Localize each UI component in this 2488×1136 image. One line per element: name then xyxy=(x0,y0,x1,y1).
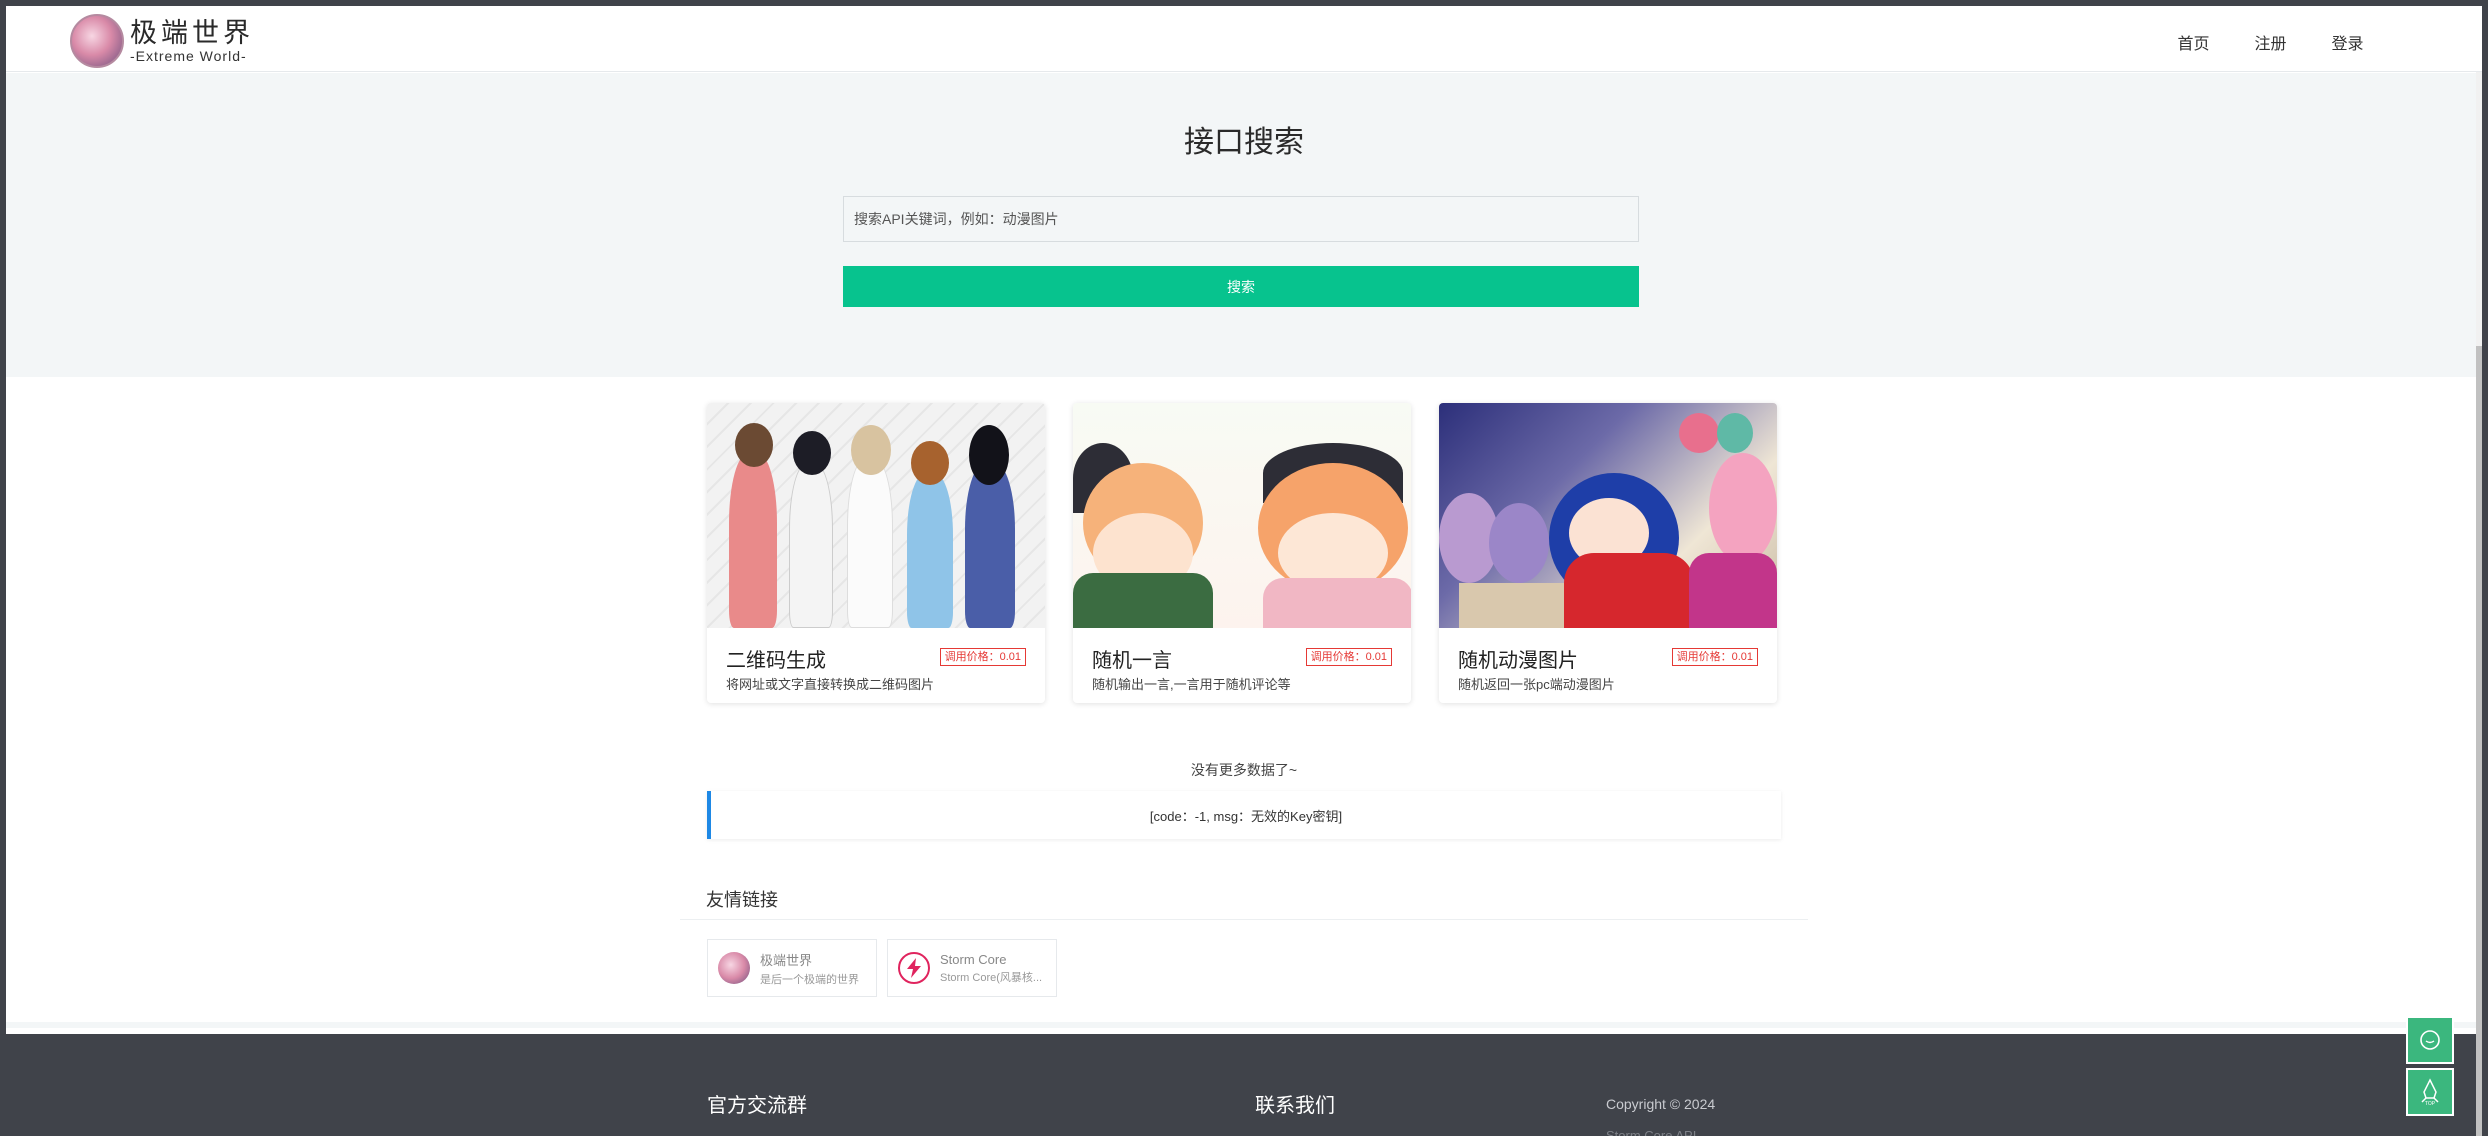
friend-links-title: 友情链接 xyxy=(706,890,778,910)
chat-button[interactable] xyxy=(2406,1016,2454,1064)
friend-link-extreme-world[interactable]: 极端世界 是后一个极端的世界 xyxy=(707,939,877,997)
friend-link-text: Storm Core Storm Core(风暴核... xyxy=(940,952,1042,985)
figure-shape xyxy=(735,423,773,467)
friend-link-name: 极端世界 xyxy=(760,952,813,968)
api-message-box: [code：-1, msg：无效的Key密钥] xyxy=(707,791,1781,839)
friend-link-name: Storm Core xyxy=(940,951,1007,967)
card-title: 随机动漫图片 xyxy=(1458,650,1578,672)
figure-shape xyxy=(1679,413,1719,453)
figure-shape xyxy=(851,425,891,475)
card-description: 随机返回一张pc端动漫图片 xyxy=(1458,677,1615,692)
figure-shape xyxy=(969,425,1009,485)
figure-shape xyxy=(965,463,1015,628)
figure-shape xyxy=(789,463,833,628)
api-card-anime-image[interactable]: 随机动漫图片 调用价格：0.01 随机返回一张pc端动漫图片 xyxy=(1439,403,1777,703)
card-image xyxy=(1073,403,1411,628)
api-message-text: [code：-1, msg：无效的Key密钥] xyxy=(1149,808,1343,824)
section-gap xyxy=(6,1022,2482,1028)
figure-shape xyxy=(1073,573,1213,628)
figure-shape xyxy=(1717,413,1753,453)
no-more-data-text: 没有更多数据了~ xyxy=(1190,762,1298,778)
card-description: 随机输出一言,一言用于随机评论等 xyxy=(1092,677,1291,692)
figure-shape xyxy=(793,431,831,475)
svg-text:TOP: TOP xyxy=(2425,1101,2436,1106)
figure-shape xyxy=(729,453,777,628)
figure-shape xyxy=(1709,453,1777,563)
nav-login[interactable]: 登录 xyxy=(2309,30,2386,54)
footer-brand-line: Storm Core API xyxy=(1606,1128,1697,1136)
logo-text: 极端世界 -Extreme World- xyxy=(130,20,254,63)
card-image xyxy=(707,403,1045,628)
back-to-top-button[interactable]: TOP xyxy=(2406,1068,2454,1116)
search-button[interactable]: 搜索 xyxy=(843,266,1639,307)
chat-icon xyxy=(2420,1030,2440,1050)
figure-shape xyxy=(911,441,949,485)
api-card-qrcode[interactable]: 二维码生成 调用价格：0.01 将网址或文字直接转换成二维码图片 xyxy=(707,403,1045,703)
card-title: 随机一言 xyxy=(1092,650,1172,672)
top-nav: 首页 注册 登录 xyxy=(2155,30,2386,54)
price-badge: 调用价格：0.01 xyxy=(1671,648,1758,666)
search-hero: 接口搜索 搜索 xyxy=(6,73,2482,377)
price-badge: 调用价格：0.01 xyxy=(939,648,1026,666)
figure-shape xyxy=(847,458,893,628)
footer-contact-title: 联系我们 xyxy=(1255,1095,1335,1117)
divider xyxy=(680,919,1808,920)
rocket-top-icon: TOP xyxy=(2421,1078,2439,1106)
api-card-hitokoto[interactable]: 随机一言 调用价格：0.01 随机输出一言,一言用于随机评论等 xyxy=(1073,403,1411,703)
site-footer: 官方交流群 联系我们 Copyright © 2024 Storm Core A… xyxy=(6,1034,2482,1136)
site-logo[interactable]: 极端世界 -Extreme World- xyxy=(70,14,254,68)
lightning-icon xyxy=(907,958,921,978)
friend-link-desc: Storm Core(风暴核... xyxy=(940,971,1043,984)
friend-link-desc: 是后一个极端的世界 xyxy=(760,973,859,986)
logo-avatar-icon xyxy=(70,14,124,68)
price-badge: 调用价格：0.01 xyxy=(1305,648,1392,666)
card-image xyxy=(1439,403,1777,628)
site-avatar-icon xyxy=(718,952,750,984)
footer-group-title: 官方交流群 xyxy=(707,1095,807,1117)
site-header: 极端世界 -Extreme World- 首页 注册 登录 xyxy=(6,6,2482,72)
search-input[interactable] xyxy=(843,196,1639,242)
lightning-icon xyxy=(898,952,930,984)
browser-viewport: 极端世界 -Extreme World- 首页 注册 登录 接口搜索 搜索API… xyxy=(6,6,2482,1136)
nav-register[interactable]: 注册 xyxy=(2232,30,2309,54)
page-title: 接口搜索 xyxy=(1184,126,1304,159)
card-description: 将网址或文字直接转换成二维码图片 xyxy=(726,677,935,692)
friend-link-storm-core[interactable]: Storm Core Storm Core(风暴核... xyxy=(887,939,1057,997)
footer-copyright: Copyright © 2024 xyxy=(1606,1096,1716,1112)
card-title: 二维码生成 xyxy=(726,650,826,672)
figure-shape xyxy=(1564,553,1694,628)
logo-subtitle: -Extreme World- xyxy=(130,47,247,64)
figure-shape xyxy=(1263,578,1411,628)
figure-shape xyxy=(1689,553,1777,628)
nav-home[interactable]: 首页 xyxy=(2155,30,2232,54)
scrollbar-thumb[interactable] xyxy=(2476,346,2482,1136)
api-card-list: 二维码生成 调用价格：0.01 将网址或文字直接转换成二维码图片 随机一言 调用… xyxy=(707,403,1777,703)
figure-shape xyxy=(1489,503,1549,583)
friend-link-text: 极端世界 是后一个极端的世界 xyxy=(760,950,859,987)
logo-title: 极端世界 xyxy=(130,17,254,49)
figure-shape xyxy=(907,473,953,628)
